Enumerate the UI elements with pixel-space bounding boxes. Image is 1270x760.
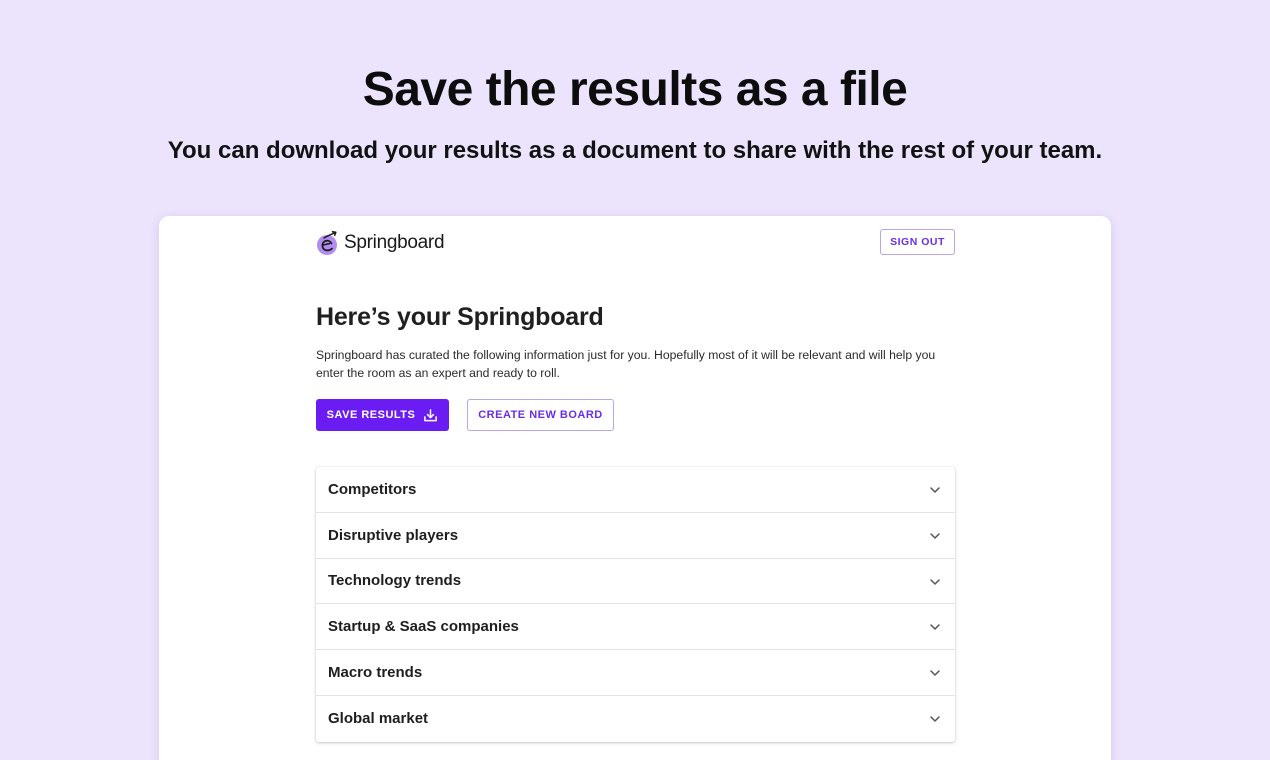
action-buttons: SAVE RESULTS CREATE NEW BOARD — [316, 399, 614, 431]
accordion-label: Disruptive players — [328, 526, 459, 544]
intro-text: Springboard has curated the following in… — [316, 346, 955, 382]
page-subheadline: You can download your results as a docum… — [167, 137, 1103, 164]
accordion-item-competitors[interactable]: Competitors — [316, 467, 955, 513]
app-content: Springboard SIGN OUT Here’s your Springb… — [316, 216, 955, 742]
accordion-item-disruptive-players[interactable]: Disruptive players — [316, 513, 955, 559]
accordion-item-macro-trends[interactable]: Macro trends — [316, 650, 955, 696]
accordion-item-startup-saas[interactable]: Startup & SaaS companies — [316, 604, 955, 651]
page-headline: Save the results as a file — [362, 63, 908, 116]
save-results-label: SAVE RESULTS — [326, 409, 416, 421]
chevron-down-icon — [930, 578, 940, 585]
accordion-label: Macro trends — [328, 664, 423, 682]
accordion-item-global-market[interactable]: Global market — [316, 696, 955, 742]
brand-logo[interactable]: Springboard — [316, 230, 445, 256]
springboard-logo-icon — [317, 231, 337, 255]
accordion-item-technology-trends[interactable]: Technology trends — [316, 559, 955, 605]
top-bar: Springboard SIGN OUT — [316, 216, 955, 276]
chevron-down-icon — [930, 670, 940, 676]
download-icon — [424, 408, 438, 421]
accordion-label: Technology trends — [328, 572, 462, 590]
results-accordion: Competitors Disruptive players Technolog… — [316, 467, 955, 742]
accordion-label: Competitors — [328, 480, 417, 498]
save-results-button[interactable]: SAVE RESULTS — [316, 399, 449, 431]
chevron-down-icon — [930, 487, 940, 493]
chevron-down-icon — [930, 716, 940, 722]
accordion-label: Startup & SaaS companies — [328, 618, 519, 636]
accordion-label: Global market — [328, 710, 429, 728]
chevron-down-icon — [930, 533, 940, 539]
create-new-board-button[interactable]: CREATE NEW BOARD — [467, 399, 614, 431]
sign-out-button[interactable]: SIGN OUT — [880, 229, 955, 255]
brand-name: Springboard — [344, 232, 445, 253]
intro-line-1: Springboard has curated the following in… — [316, 348, 936, 362]
page-title: Here’s your Springboard — [316, 303, 604, 331]
chevron-down-icon — [930, 624, 940, 631]
app-window: Springboard SIGN OUT Here’s your Springb… — [159, 216, 1111, 760]
intro-line-2: enter the room as an expert and ready to… — [316, 366, 560, 380]
